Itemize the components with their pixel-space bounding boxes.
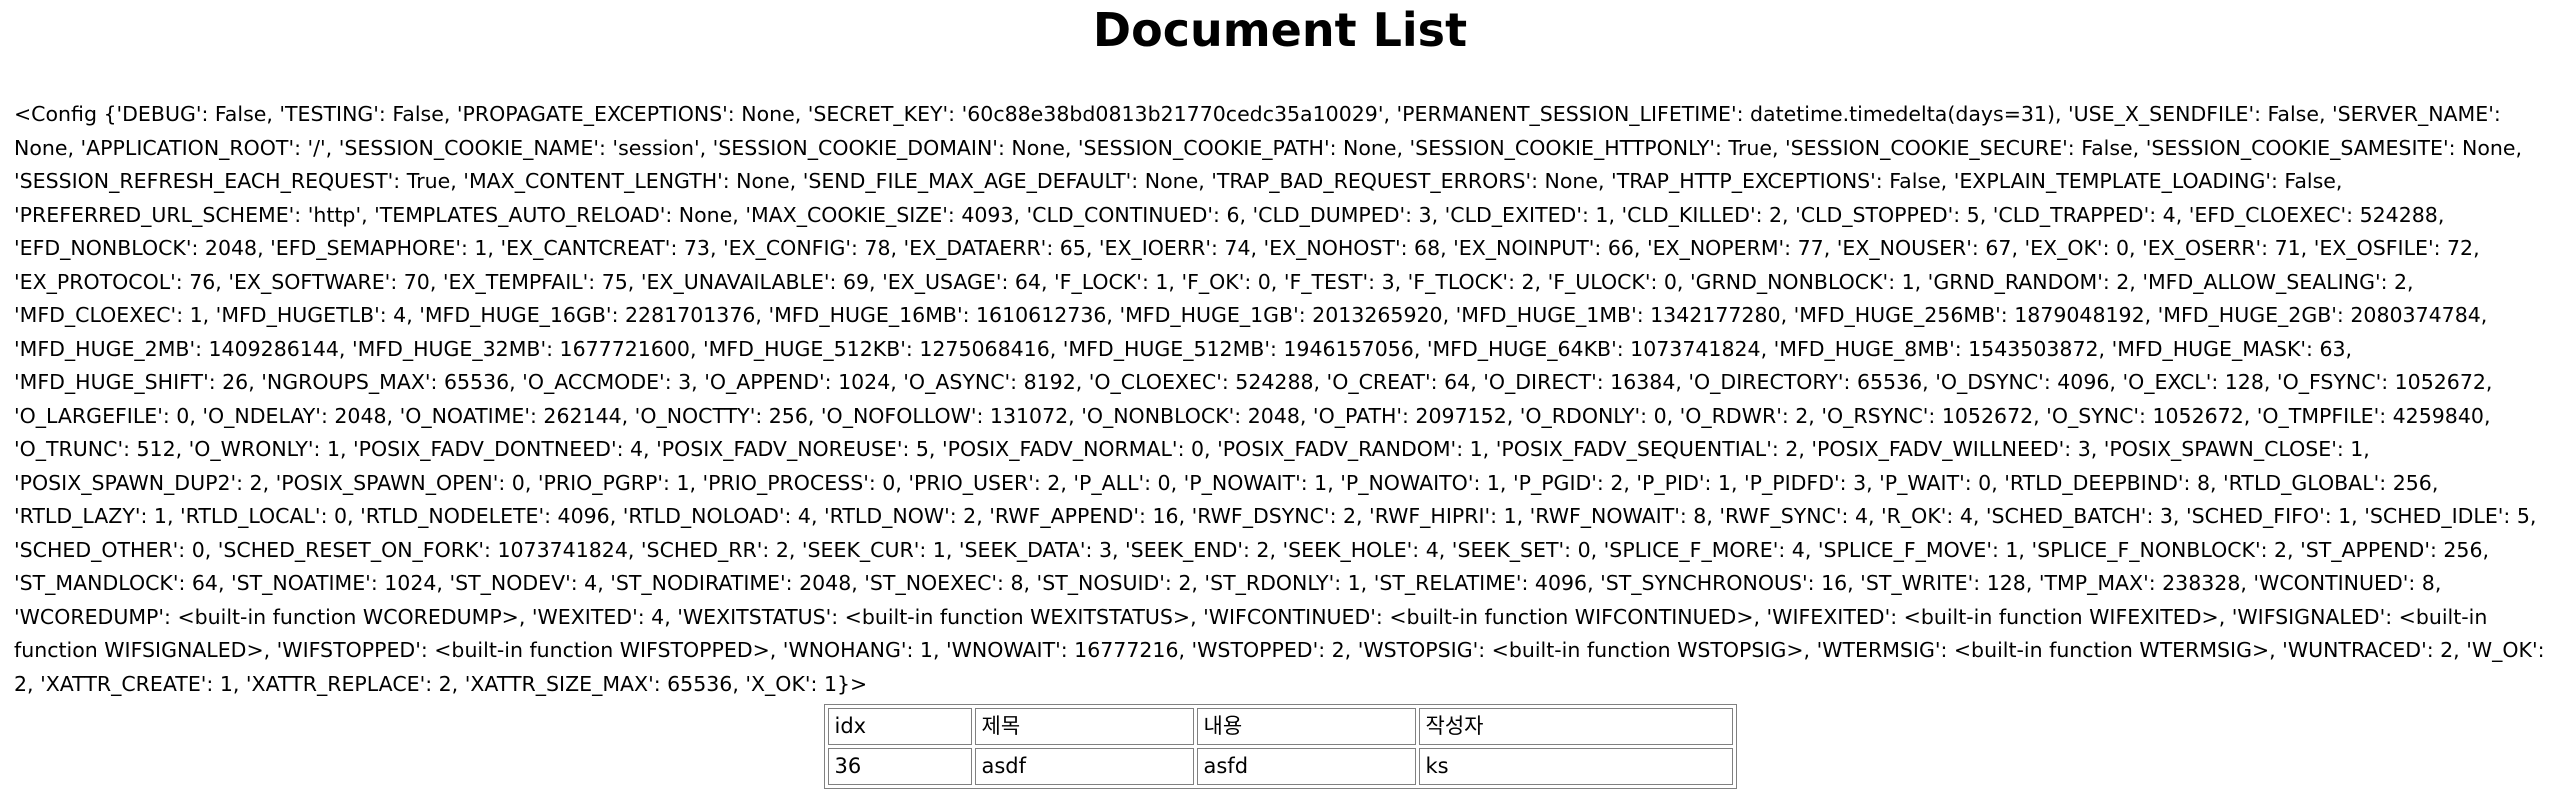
page-title: Document List [1092, 3, 1468, 57]
table-header-row: idx 제목 내용 작성자 [827, 708, 1733, 745]
header-title: 제목 [974, 708, 1194, 745]
header-idx: idx [827, 708, 972, 745]
cell-idx: 36 [827, 748, 972, 785]
header-content: 내용 [1196, 708, 1416, 745]
cell-title: asdf [974, 748, 1194, 785]
header-author: 작성자 [1418, 708, 1733, 745]
config-dump-text: <Config {'DEBUG': False, 'TESTING': Fals… [14, 102, 2545, 696]
document-table: idx 제목 내용 작성자 36 asdf asfd ks [823, 704, 1737, 789]
table-row: 36 asdf asfd ks [827, 748, 1733, 785]
cell-author: ks [1418, 748, 1733, 785]
cell-content: asfd [1196, 748, 1416, 785]
